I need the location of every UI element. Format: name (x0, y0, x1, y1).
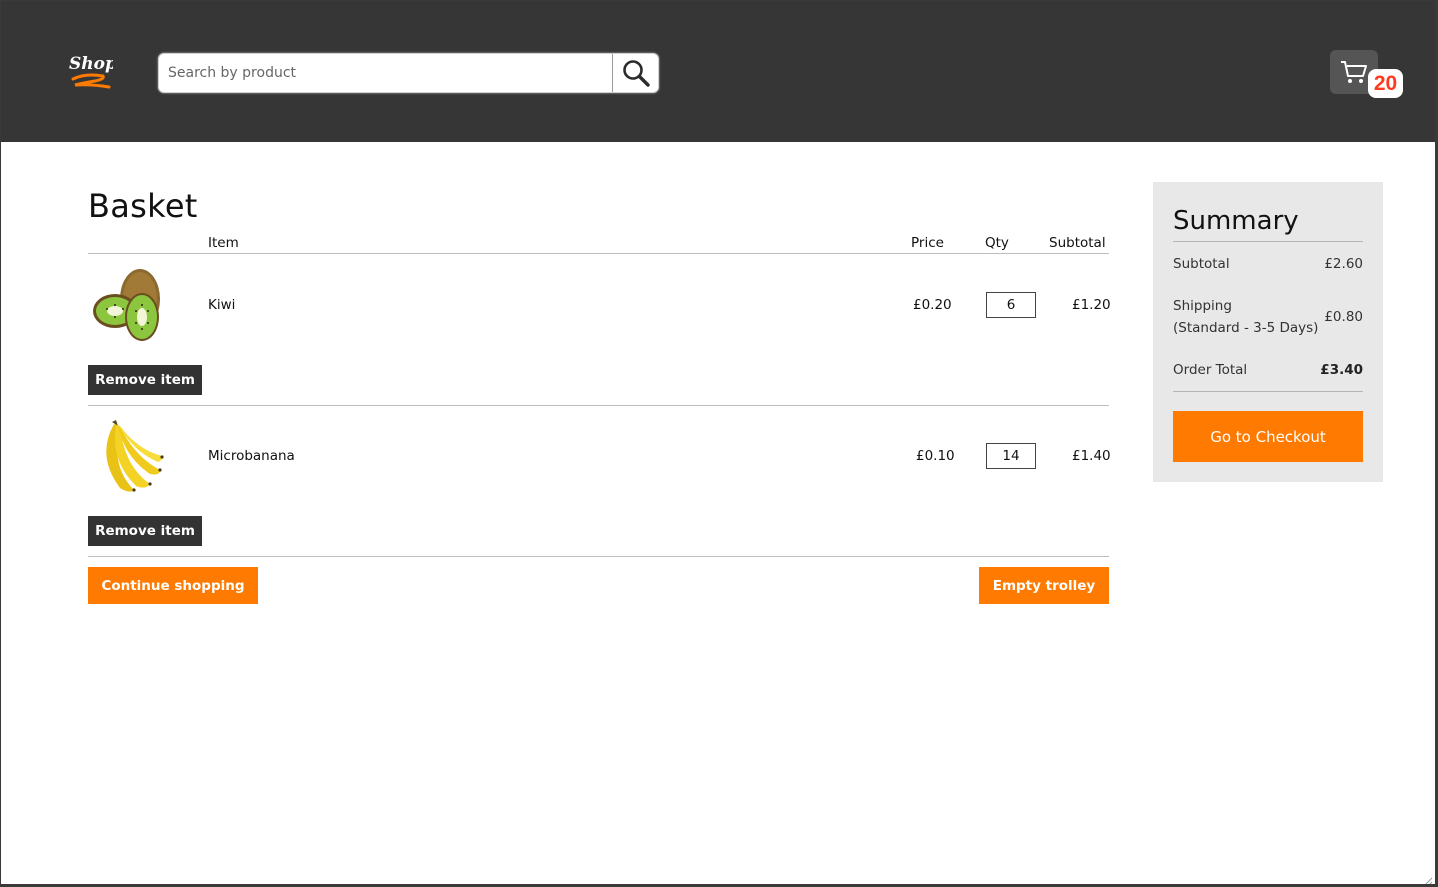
order-total-label: Order Total (1173, 362, 1248, 378)
subtotal-label: Subtotal (1173, 256, 1230, 272)
remove-item-button[interactable]: Remove item (88, 516, 202, 546)
top-header: Shop 20 (1, 1, 1435, 142)
kiwi-image (90, 265, 170, 345)
summary-divider (1173, 391, 1363, 392)
row-divider (88, 405, 1109, 406)
qty-input-microbanana[interactable] (986, 443, 1036, 469)
column-subtotal: Subtotal (1049, 235, 1106, 251)
cart-count-badge: 20 (1368, 69, 1403, 98)
shipping-label-line1: Shipping (1173, 298, 1232, 314)
order-total-value: £3.40 (1320, 362, 1363, 378)
search-bar (158, 53, 659, 93)
column-qty: Qty (985, 235, 1009, 251)
basket-title: Basket (88, 187, 198, 225)
subtotal-kiwi: £1.20 (1072, 297, 1111, 313)
subtotal-value: £2.60 (1324, 256, 1363, 272)
search-icon (622, 60, 650, 87)
search-input[interactable] (159, 54, 612, 92)
summary-divider (1173, 241, 1363, 242)
search-button[interactable] (612, 54, 658, 92)
column-price: Price (911, 235, 944, 251)
shop-logo[interactable]: Shop (65, 49, 117, 93)
summary-title: Summary (1173, 206, 1299, 236)
shipping-label-line2: (Standard - 3-5 Days) (1173, 320, 1319, 336)
header-divider (88, 253, 1109, 254)
row-divider (88, 556, 1109, 557)
continue-shopping-button[interactable]: Continue shopping (88, 567, 258, 604)
column-item: Item (208, 235, 239, 251)
shipping-value: £0.80 (1324, 309, 1363, 325)
remove-item-button[interactable]: Remove item (88, 365, 202, 395)
resize-grip-icon[interactable] (1423, 872, 1433, 884)
qty-input-kiwi[interactable] (986, 292, 1036, 318)
cart-icon (1341, 61, 1367, 83)
empty-trolley-button[interactable]: Empty trolley (979, 567, 1109, 604)
go-to-checkout-button[interactable]: Go to Checkout (1173, 411, 1363, 462)
product-name-kiwi[interactable]: Kiwi (208, 297, 235, 313)
subtotal-microbanana: £1.40 (1072, 448, 1111, 464)
page: Shop 20 Basket Item Price Qty Sub (1, 1, 1435, 884)
order-summary: Summary Subtotal £2.60 Shipping (Standar… (1153, 182, 1383, 482)
price-kiwi: £0.20 (913, 297, 952, 313)
product-name-microbanana[interactable]: Microbanana (208, 448, 295, 464)
shipping-label: Shipping (Standard - 3-5 Days) (1173, 295, 1318, 339)
banana-image (90, 416, 170, 496)
logo-text: Shop (69, 54, 113, 74)
price-microbanana: £0.10 (916, 448, 955, 464)
